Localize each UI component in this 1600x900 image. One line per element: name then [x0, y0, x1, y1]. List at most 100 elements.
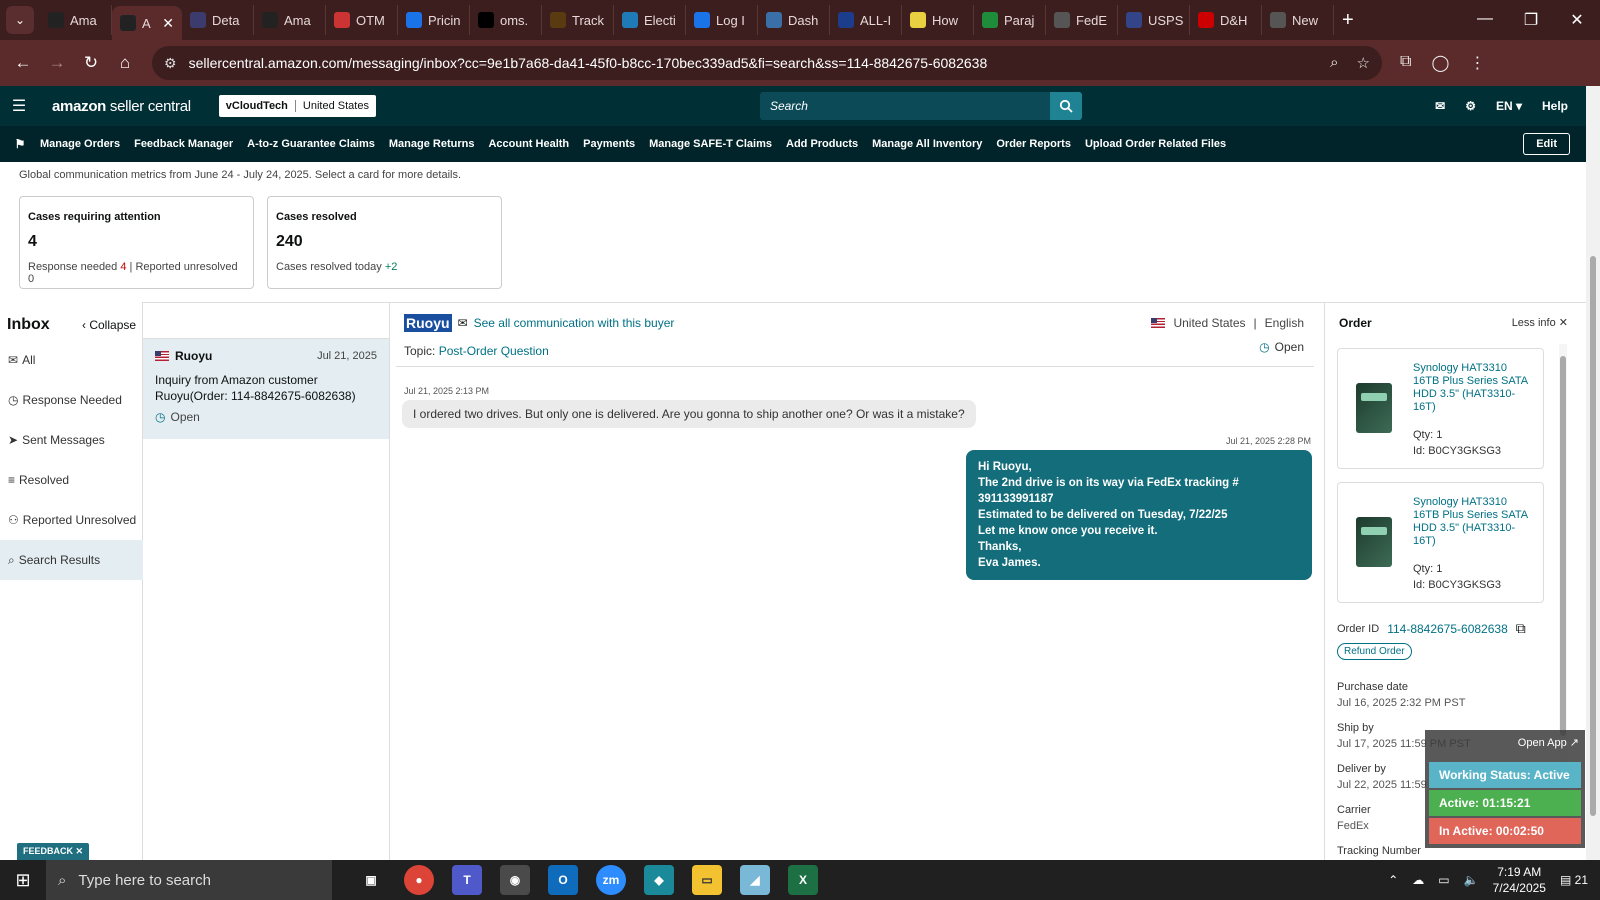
browser-tab[interactable]: Dash: [758, 5, 830, 35]
app-icon[interactable]: ◢: [740, 865, 770, 895]
taskbar-search[interactable]: ⌕ Type here to search: [46, 860, 332, 900]
nav-item[interactable]: Feedback Manager: [134, 138, 233, 150]
system-clock[interactable]: 7:19 AM 7/24/2025: [1493, 864, 1546, 896]
folder-response-needed[interactable]: ◷ Response Needed: [0, 380, 143, 420]
browser-tab[interactable]: D&H: [1190, 5, 1262, 35]
chrome-profile-icon[interactable]: ◉: [500, 865, 530, 895]
nav-item[interactable]: Manage All Inventory: [872, 138, 982, 150]
product-card[interactable]: Synology HAT3310 16TB Plus Series SATA H…: [1337, 482, 1544, 603]
browser-tab[interactable]: Track: [542, 5, 614, 35]
browser-tab[interactable]: Ama: [254, 5, 326, 35]
browser-tab[interactable]: ALL-I: [830, 5, 902, 35]
browser-tab[interactable]: How: [902, 5, 974, 35]
browser-tab[interactable]: Pricin: [398, 5, 470, 35]
minimize-button[interactable]: —: [1462, 10, 1508, 30]
refund-order-button[interactable]: Refund Order: [1337, 643, 1412, 660]
cases-attention-card[interactable]: Cases requiring attention 4 Response nee…: [19, 196, 254, 289]
onedrive-icon[interactable]: ☁: [1412, 873, 1424, 887]
collapse-button[interactable]: ‹ Collapse: [82, 318, 136, 332]
volume-icon[interactable]: 🔈: [1464, 873, 1479, 887]
folder-reported-unresolved[interactable]: ⚇ Reported Unresolved: [0, 500, 143, 540]
browser-tab[interactable]: Paraj: [974, 5, 1046, 35]
folder-all[interactable]: ✉ All: [0, 340, 143, 380]
browser-tab[interactable]: Electi: [614, 5, 686, 35]
browser-tab[interactable]: Ama: [40, 5, 112, 35]
help-link[interactable]: Help: [1542, 99, 1568, 113]
new-tab-button[interactable]: +: [1342, 9, 1354, 32]
restore-button[interactable]: ❐: [1508, 10, 1554, 30]
folder-sent[interactable]: ➤ Sent Messages: [0, 420, 143, 460]
menu-icon[interactable]: ⋮: [1469, 53, 1485, 73]
outlook-icon[interactable]: O: [548, 865, 578, 895]
order-id-link[interactable]: 114-8842675-6082638: [1387, 622, 1508, 636]
page-scrollbar[interactable]: [1586, 86, 1600, 860]
open-app-link[interactable]: Open App ↗: [1518, 736, 1579, 749]
nav-item[interactable]: Account Health: [488, 138, 569, 150]
browser-tab[interactable]: USPS: [1118, 5, 1190, 35]
browser-tab[interactable]: FedE: [1046, 5, 1118, 35]
tab-search-button[interactable]: ⌄: [6, 6, 34, 34]
copy-icon[interactable]: ⧉: [1516, 620, 1526, 637]
browser-tab[interactable]: A ✕: [112, 6, 182, 40]
header-search-input[interactable]: Search: [759, 92, 1050, 120]
product-card[interactable]: Synology HAT3310 16TB Plus Series SATA H…: [1337, 348, 1544, 469]
feedback-button[interactable]: FEEDBACK ✕: [17, 843, 90, 860]
nav-item[interactable]: Add Products: [786, 138, 858, 150]
product-title-link[interactable]: Synology HAT3310 16TB Plus Series SATA H…: [1413, 496, 1535, 548]
profile-icon[interactable]: ◯: [1431, 53, 1449, 73]
back-button[interactable]: ←: [6, 53, 40, 73]
zoom-app-icon[interactable]: zm: [596, 865, 626, 895]
windows-start-icon[interactable]: ⊞: [0, 870, 46, 891]
chrome-icon[interactable]: ●: [404, 865, 434, 895]
edit-nav-button[interactable]: Edit: [1523, 133, 1570, 155]
nav-item[interactable]: A-to-z Guarantee Claims: [247, 138, 375, 150]
folder-search-results[interactable]: ⌕ Search Results: [0, 540, 143, 580]
nav-item[interactable]: Manage Orders: [40, 138, 120, 150]
browser-tab[interactable]: New: [1262, 5, 1334, 35]
reload-button[interactable]: ↻: [74, 53, 108, 73]
settings-gear-icon[interactable]: ⚙: [1465, 99, 1476, 113]
topic-link[interactable]: Post-Order Question: [439, 344, 549, 358]
nav-item[interactable]: Upload Order Related Files: [1085, 138, 1226, 150]
hamburger-menu-icon[interactable]: ☰: [0, 96, 38, 116]
nav-item[interactable]: Order Reports: [996, 138, 1071, 150]
folder-resolved[interactable]: ≡ Resolved: [0, 460, 143, 500]
browser-tab[interactable]: Log I: [686, 5, 758, 35]
conversation-item[interactable]: Ruoyu Jul 21, 2025 Inquiry from Amazon cu…: [143, 338, 389, 439]
notifications-icon[interactable]: ▤ 21: [1560, 873, 1588, 887]
home-button[interactable]: ⌂: [108, 53, 142, 73]
tab-label: Track: [572, 12, 605, 28]
nav-item[interactable]: Manage SAFE-T Claims: [649, 138, 772, 150]
extensions-icon[interactable]: ⧉: [1400, 53, 1411, 73]
close-window-button[interactable]: ✕: [1554, 10, 1600, 30]
url-field[interactable]: ⚙ sellercentral.amazon.com/messaging/inb…: [152, 46, 1382, 80]
teams-icon[interactable]: T: [452, 865, 482, 895]
bookmark-star-icon[interactable]: ☆: [1357, 54, 1370, 72]
cases-resolved-card[interactable]: Cases resolved 240 Cases resolved today …: [267, 196, 502, 289]
nav-item[interactable]: Manage Returns: [389, 138, 475, 150]
browser-tab[interactable]: OTM: [326, 5, 398, 35]
seller-central-logo[interactable]: amazon seller central: [52, 98, 191, 115]
site-info-icon[interactable]: ⚙: [164, 55, 177, 72]
account-switcher[interactable]: vCloudTech United States: [218, 95, 376, 117]
search-icon[interactable]: [1049, 92, 1082, 120]
see-all-link[interactable]: See all communication with this buyer: [474, 316, 675, 330]
mail-icon[interactable]: ✉: [1435, 99, 1445, 113]
nav-item[interactable]: Payments: [583, 138, 635, 150]
excel-icon[interactable]: X: [788, 865, 818, 895]
forward-button[interactable]: →: [40, 53, 74, 73]
bookmark-icon[interactable]: ⚑: [0, 137, 40, 151]
app-icon[interactable]: ◆: [644, 865, 674, 895]
zoom-icon[interactable]: ⌕: [1330, 54, 1338, 72]
product-title-link[interactable]: Synology HAT3310 16TB Plus Series SATA H…: [1413, 362, 1535, 414]
file-explorer-icon[interactable]: ▭: [692, 865, 722, 895]
tray-chevron-icon[interactable]: ⌃: [1388, 873, 1398, 887]
thread-status[interactable]: ◷ Open: [1259, 340, 1304, 354]
network-icon[interactable]: ▭: [1438, 873, 1449, 887]
language-selector[interactable]: EN ▾: [1496, 99, 1522, 113]
browser-tab[interactable]: oms.: [470, 5, 542, 35]
browser-tab[interactable]: Deta: [182, 5, 254, 35]
task-view-icon[interactable]: ▣: [356, 865, 386, 895]
less-info-button[interactable]: Less info ✕: [1512, 316, 1568, 329]
tab-close-icon[interactable]: ✕: [162, 15, 174, 32]
